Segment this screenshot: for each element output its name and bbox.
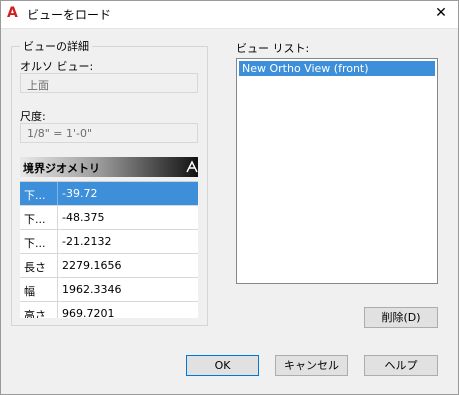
geometry-row[interactable]: 下... -48.375 <box>20 206 198 230</box>
scale-field: 1/8" = 1'-0" <box>20 123 198 143</box>
geometry-row[interactable]: 長さ 2279.1656 <box>20 254 198 278</box>
view-details-title: ビューの詳細 <box>20 38 92 54</box>
help-button[interactable]: ヘルプ <box>364 355 438 376</box>
ortho-view-label: オルソ ビュー: <box>20 60 94 73</box>
scale-label: 尺度: <box>20 110 46 123</box>
geometry-row[interactable]: 幅 1962.3346 <box>20 278 198 302</box>
delete-button[interactable]: 削除(D) <box>364 307 438 328</box>
close-button[interactable]: ✕ <box>430 3 452 23</box>
geometry-row-value: -39.72 <box>62 187 98 200</box>
title-bar: A ビューをロード ✕ <box>0 0 459 29</box>
geometry-row[interactable]: 高さ 969.7201 <box>20 302 198 318</box>
geometry-row-value: 2279.1656 <box>62 259 122 272</box>
ok-button[interactable]: OK <box>186 355 259 376</box>
geometry-row-value: 1962.3346 <box>62 283 122 296</box>
geometry-row-value: -48.375 <box>62 211 105 224</box>
geometry-row[interactable]: 下... -21.2132 <box>20 230 198 254</box>
window-title: ビューをロード <box>27 8 112 22</box>
geometry-row[interactable]: 下... -39.72 <box>20 182 198 206</box>
view-list-label: ビュー リスト: <box>236 42 310 55</box>
geometry-row-name: 下... <box>20 182 58 205</box>
ortho-view-field: 上面 <box>20 73 198 93</box>
geometry-row-name: 幅 <box>20 278 58 301</box>
boundary-geometry-grid[interactable]: 下... -39.72 下... -48.375 下... -21.2132 長… <box>20 181 198 318</box>
view-list-item[interactable]: New Ortho View (front) <box>239 61 435 76</box>
geometry-row-value: 969.7201 <box>62 307 115 318</box>
geometry-panel-icon <box>186 160 198 173</box>
geometry-row-name: 下... <box>20 230 58 253</box>
geometry-row-value: -21.2132 <box>62 235 112 248</box>
autocad-app-icon: A <box>7 5 18 21</box>
cancel-button[interactable]: キャンセル <box>275 355 348 376</box>
boundary-geometry-header: 境界ジオメトリ <box>20 157 198 177</box>
geometry-row-name: 長さ <box>20 254 58 277</box>
view-list[interactable]: New Ortho View (front) <box>236 58 438 284</box>
geometry-row-name: 下... <box>20 206 58 229</box>
geometry-row-name: 高さ <box>20 302 58 318</box>
